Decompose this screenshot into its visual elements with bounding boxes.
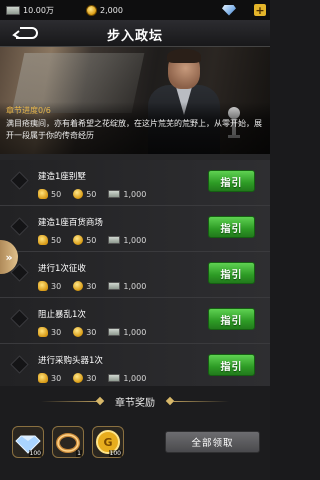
reward-header: 章节奖励 <box>0 392 270 410</box>
guide-button[interactable]: 指引 <box>208 308 255 330</box>
thumb-up-icon <box>38 327 48 337</box>
task-rewards: 30 30 1,000 <box>38 326 158 338</box>
ornament-right <box>173 400 229 402</box>
add-gems-button[interactable]: + <box>254 4 266 16</box>
reward-value: 50 <box>51 235 62 245</box>
reward-value: 50 <box>86 189 97 199</box>
task-name: 建造1座百货商场 <box>38 218 103 228</box>
task-row: 进行采购头器1次 30 30 1,000 指引 <box>0 344 270 386</box>
task-rewards: 30 30 1,000 <box>38 280 158 292</box>
cash-icon <box>108 374 121 382</box>
reward-value: 1,000 <box>123 281 147 291</box>
title-bar: 步入政坛 <box>0 20 270 47</box>
thumb-up-icon <box>38 373 48 383</box>
task-list[interactable]: 建造1座别墅 50 50 1,000 指引 建造1座百货商场 50 50 1,0… <box>0 154 270 386</box>
thumb-up-icon <box>38 281 48 291</box>
task-marker-icon <box>10 355 29 374</box>
coin-icon <box>73 189 84 199</box>
cash-icon <box>108 282 121 290</box>
reward-count: 1 <box>76 450 82 457</box>
reward-value: 30 <box>51 327 62 337</box>
gem-resource <box>222 0 236 20</box>
ornament-gem-icon <box>95 396 105 406</box>
task-name: 进行采购头器1次 <box>38 356 103 366</box>
guide-button[interactable]: 指引 <box>208 262 255 284</box>
reward-count: 100 <box>28 450 42 457</box>
claim-all-button[interactable]: 全部领取 <box>165 431 260 453</box>
reward-value: 1,000 <box>123 189 147 199</box>
coin-icon <box>73 235 84 245</box>
reward-item[interactable]: 1 <box>52 426 84 458</box>
reward-value: 1,000 <box>123 327 147 337</box>
reward-count: 100 <box>108 450 122 457</box>
reward-value: 50 <box>86 235 97 245</box>
task-row: 进行1次征收 30 30 1,000 指引 <box>0 252 270 298</box>
cash-icon <box>108 190 121 198</box>
coin-value: 2,000 <box>100 5 123 15</box>
coin-resource: 2,000 <box>86 0 123 20</box>
svg-text:G: G <box>103 436 112 449</box>
reward-value: 30 <box>51 373 62 383</box>
ornament-left <box>41 400 97 402</box>
reward-value: 30 <box>86 373 97 383</box>
reward-value: 1,000 <box>123 235 147 245</box>
cash-icon <box>108 328 121 336</box>
reward-value: 30 <box>86 327 97 337</box>
gem-icon <box>222 4 236 16</box>
task-row: 阻止暴乱1次 30 30 1,000 指引 <box>0 298 270 344</box>
cash-resource: 10.00万 <box>6 0 54 20</box>
task-marker-icon <box>10 309 29 328</box>
task-name: 阻止暴乱1次 <box>38 310 86 320</box>
task-marker-icon <box>10 171 29 190</box>
task-name: 进行1次征收 <box>38 264 86 274</box>
task-row: 建造1座百货商场 50 50 1,000 指引 <box>0 206 270 252</box>
coin-icon <box>73 373 84 383</box>
task-name: 建造1座别墅 <box>38 172 86 182</box>
cash-value: 10.00万 <box>23 5 54 15</box>
chapter-reward-panel: 章节奖励 100 1 G 100 全部领取 <box>0 386 270 480</box>
task-rewards: 30 30 1,000 <box>38 372 158 384</box>
reward-value: 30 <box>86 281 97 291</box>
reward-value: 1,000 <box>123 373 147 383</box>
resource-bar: 10.00万 2,000 + <box>0 0 270 20</box>
guide-button[interactable]: 指引 <box>208 170 255 192</box>
reward-item[interactable]: 100 <box>12 426 44 458</box>
reward-title: 章节奖励 <box>115 397 155 409</box>
task-rewards: 50 50 1,000 <box>38 188 158 200</box>
thumb-up-icon <box>38 189 48 199</box>
coin-icon <box>73 281 84 291</box>
chapter-description: 满目疮痍间，亦有着希望之花绽放，在这片荒芜的荒野上，从零开始，展开一段属于你的传… <box>6 119 262 140</box>
reward-value: 30 <box>51 281 62 291</box>
guide-button[interactable]: 指引 <box>208 216 255 238</box>
cash-icon <box>108 236 121 244</box>
cash-icon <box>6 5 20 15</box>
coin-icon <box>73 327 84 337</box>
page-title: 步入政坛 <box>106 29 163 44</box>
thumb-up-icon <box>38 235 48 245</box>
reward-value: 50 <box>51 189 62 199</box>
guide-button[interactable]: 指引 <box>208 354 255 376</box>
coin-icon <box>86 4 97 16</box>
chapter-banner: 章节进度0/6 满目疮痍间，亦有着希望之花绽放，在这片荒芜的荒野上，从零开始，展… <box>0 47 270 154</box>
task-row: 建造1座别墅 50 50 1,000 指引 <box>0 160 270 206</box>
reward-item[interactable]: G 100 <box>92 426 124 458</box>
task-rewards: 50 50 1,000 <box>38 234 158 246</box>
task-marker-icon <box>10 217 29 236</box>
chapter-progress: 章节进度0/6 <box>6 106 51 115</box>
